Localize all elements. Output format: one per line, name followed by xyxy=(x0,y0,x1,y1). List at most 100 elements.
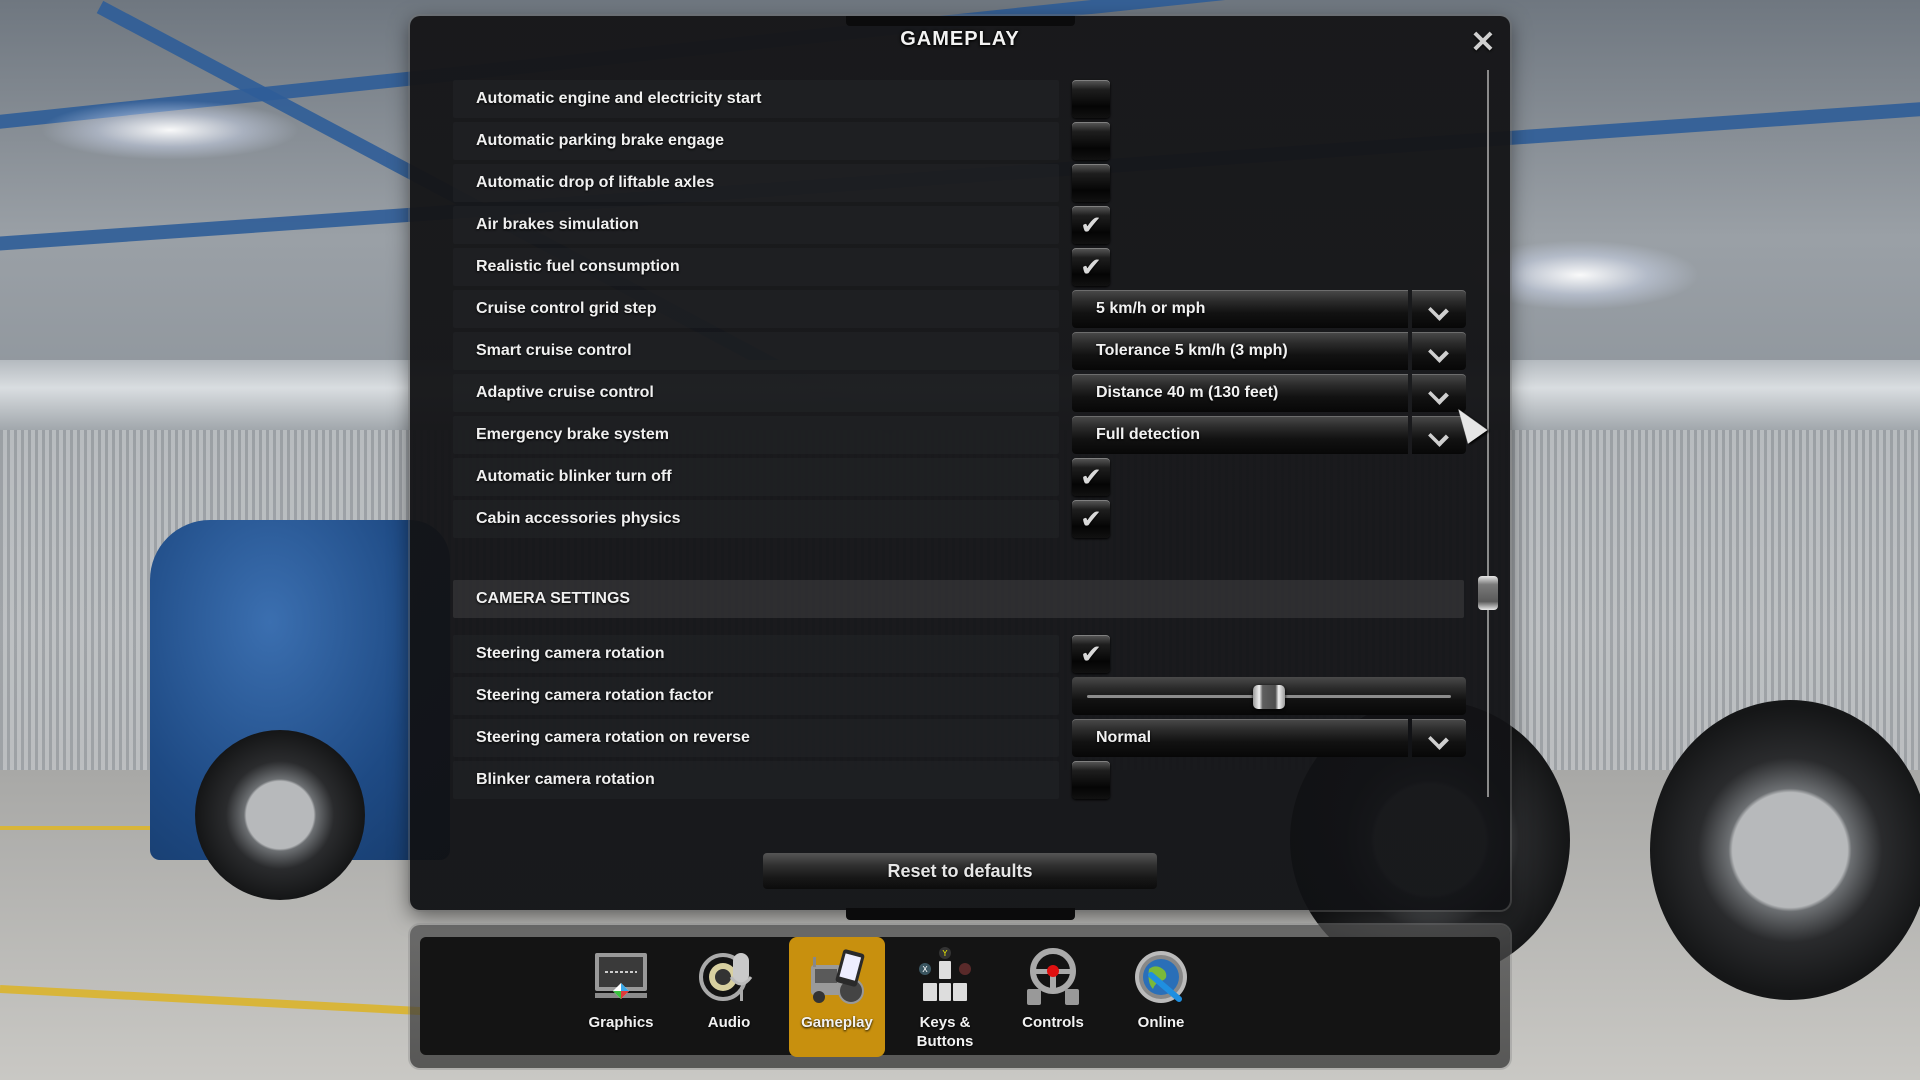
setting-slider[interactable] xyxy=(1072,677,1466,715)
setting-label: Blinker camera rotation xyxy=(476,771,655,788)
svg-text:Y: Y xyxy=(942,949,948,958)
setting-row: Automatic blinker turn off ✔ xyxy=(453,458,1463,496)
tab-label: Controls xyxy=(1022,1014,1084,1031)
dropdown-selected-value: Tolerance 5 km/h (3 mph) xyxy=(1096,342,1288,359)
setting-checkbox[interactable] xyxy=(1072,761,1110,799)
tab-audio[interactable]: Audio xyxy=(681,937,777,1057)
speaker-microphone-icon xyxy=(699,947,759,1007)
reset-to-defaults-button[interactable]: Reset to defaults xyxy=(763,853,1157,889)
steering-wheel-icon xyxy=(1023,947,1083,1007)
ceiling-light xyxy=(40,100,300,160)
setting-row: Realistic fuel consumption ✔ xyxy=(453,248,1463,286)
dropdown-toggle-button[interactable] xyxy=(1412,374,1466,412)
truck-tablet-icon xyxy=(807,947,867,1007)
checkmark-icon: ✔ xyxy=(1080,463,1102,493)
checkmark-icon: ✔ xyxy=(1080,253,1102,283)
setting-checkbox[interactable]: ✔ xyxy=(1072,635,1110,673)
tab-controls[interactable]: Controls xyxy=(1005,937,1101,1057)
slider-handle[interactable] xyxy=(1253,685,1285,709)
setting-label: Air brakes simulation xyxy=(476,216,639,233)
tab-label: Keys & Buttons xyxy=(916,1014,974,1050)
setting-row: Adaptive cruise control Distance 40 m (13… xyxy=(453,374,1466,412)
section-title: CAMERA SETTINGS xyxy=(476,590,631,607)
setting-label: Steering camera rotation factor xyxy=(476,687,714,704)
setting-label: Automatic engine and electricity start xyxy=(476,90,762,107)
setting-row: Automatic parking brake engage xyxy=(453,122,1463,160)
setting-label: Adaptive cruise control xyxy=(476,384,654,401)
svg-text:X: X xyxy=(922,965,928,974)
setting-checkbox[interactable]: ✔ xyxy=(1072,458,1110,496)
tab-label: Graphics xyxy=(588,1014,654,1031)
setting-row: Steering camera rotation factor xyxy=(453,677,1466,715)
dropdown-selected-value: Distance 40 m (130 feet) xyxy=(1096,384,1279,401)
setting-label: Smart cruise control xyxy=(476,342,632,359)
scrollbar-thumb[interactable] xyxy=(1478,576,1498,611)
setting-row: Automatic drop of liftable axles xyxy=(453,164,1463,202)
setting-label: Cruise control grid step xyxy=(476,300,657,317)
dropdown-value-box[interactable]: Full detection xyxy=(1072,416,1408,454)
setting-dropdown[interactable]: Distance 40 m (130 feet) xyxy=(1072,374,1466,412)
truck-wheel xyxy=(195,730,365,900)
setting-label: Automatic drop of liftable axles xyxy=(476,174,715,191)
setting-row: Blinker camera rotation xyxy=(453,761,1463,799)
gameplay-settings-dialog: GAMEPLAY ✕ Automatic engine and electric… xyxy=(410,16,1510,920)
tab-bar-inner: Graphics Audio Gameplay Y X Keys & Buttons Con… xyxy=(420,937,1500,1057)
dropdown-value-box[interactable]: Normal xyxy=(1072,719,1408,757)
dropdown-selected-value: 5 km/h or mph xyxy=(1096,300,1206,317)
setting-label: Automatic blinker turn off xyxy=(476,468,672,485)
setting-label: Emergency brake system xyxy=(476,426,669,443)
setting-dropdown[interactable]: Tolerance 5 km/h (3 mph) xyxy=(1072,332,1466,370)
setting-label: Steering camera rotation xyxy=(476,645,665,662)
chevron-down-icon xyxy=(1428,729,1449,750)
close-icon: ✕ xyxy=(1470,26,1496,59)
setting-label: Realistic fuel consumption xyxy=(476,258,680,275)
setting-checkbox[interactable]: ✔ xyxy=(1072,206,1110,244)
setting-row: Automatic engine and electricity start xyxy=(453,80,1463,118)
checkmark-icon: ✔ xyxy=(1080,640,1102,670)
monitor-icon xyxy=(591,947,651,1007)
title-notch xyxy=(846,16,1075,26)
setting-checkbox[interactable] xyxy=(1072,164,1110,202)
close-button[interactable]: ✕ xyxy=(1468,28,1498,58)
tab-label: Gameplay xyxy=(801,1014,873,1031)
tab-keys-buttons[interactable]: Y X Keys & Buttons xyxy=(897,937,993,1057)
setting-label: Cabin accessories physics xyxy=(476,510,681,527)
chevron-down-icon xyxy=(1428,342,1449,363)
setting-checkbox[interactable]: ✔ xyxy=(1072,248,1110,286)
setting-label: Automatic parking brake engage xyxy=(476,132,725,149)
setting-row: Smart cruise control Tolerance 5 km/h (3 … xyxy=(453,332,1466,370)
setting-checkbox[interactable]: ✔ xyxy=(1072,500,1110,538)
setting-dropdown[interactable]: Normal xyxy=(1072,719,1466,757)
scrollbar-track[interactable] xyxy=(1487,70,1489,797)
setting-dropdown[interactable]: 5 km/h or mph xyxy=(1072,290,1466,328)
dropdown-toggle-button[interactable] xyxy=(1412,332,1466,370)
dialog-title: GAMEPLAY xyxy=(900,28,1020,50)
dropdown-value-box[interactable]: 5 km/h or mph xyxy=(1072,290,1408,328)
dropdown-value-box[interactable]: Distance 40 m (130 feet) xyxy=(1072,374,1408,412)
dropdown-value-box[interactable]: Tolerance 5 km/h (3 mph) xyxy=(1072,332,1408,370)
tab-label: Online xyxy=(1137,1014,1185,1031)
camera-settings-section-header: CAMERA SETTINGS xyxy=(453,580,1464,618)
tab-online[interactable]: Online xyxy=(1113,937,1209,1057)
setting-row: Cabin accessories physics ✔ xyxy=(453,500,1463,538)
dropdown-toggle-button[interactable] xyxy=(1412,719,1466,757)
bottom-notch xyxy=(846,908,1075,920)
setting-row: Air brakes simulation ✔ xyxy=(453,206,1463,244)
keys-buttons-icon: YX xyxy=(915,947,975,1007)
setting-checkbox[interactable] xyxy=(1072,122,1110,160)
dropdown-selected-value: Normal xyxy=(1096,729,1152,746)
tab-graphics[interactable]: Graphics xyxy=(573,937,669,1057)
setting-dropdown[interactable]: Full detection xyxy=(1072,416,1466,454)
truck-wheel xyxy=(1650,700,1920,1000)
scrollbar[interactable] xyxy=(1478,70,1498,797)
tab-gameplay[interactable]: Gameplay xyxy=(789,937,885,1057)
settings-tab-bar: Graphics Audio Gameplay Y X Keys & Buttons Con… xyxy=(410,925,1510,1068)
dropdown-toggle-button[interactable] xyxy=(1412,290,1466,328)
setting-row: Steering camera rotation on reverse Norma… xyxy=(453,719,1466,757)
setting-label: Steering camera rotation on reverse xyxy=(476,729,750,746)
setting-row: Cruise control grid step 5 km/h or mph xyxy=(453,290,1466,328)
setting-checkbox[interactable] xyxy=(1072,80,1110,118)
chevron-down-icon xyxy=(1428,384,1449,405)
settings-list: Automatic engine and electricity start Au… xyxy=(453,80,1466,820)
chevron-down-icon xyxy=(1428,300,1449,321)
